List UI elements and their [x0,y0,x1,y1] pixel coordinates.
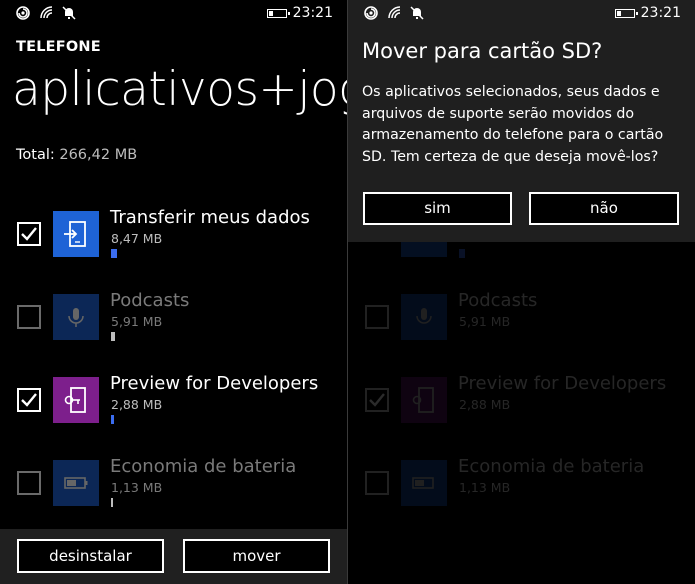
app-list-item[interactable]: Economia de bateria 1,13 MB [0,456,347,540]
yes-button[interactable]: sim [363,192,512,225]
app-list-screen: 23:21 TELEFONE aplicativos+jogos Total: … [0,0,347,584]
no-button[interactable]: não [529,192,679,225]
uninstall-button[interactable]: desinstalar [17,539,164,573]
app-bar: desinstalar mover [0,529,347,584]
dialog-message: Os aplicativos selecionados, seus dados … [362,84,664,165]
preview-developers-app-tile [53,377,99,423]
item-size: 1,13 MB [111,480,163,495]
move-dialog: 23:21 Mover para cartão SD? Os aplicativ… [348,0,695,242]
battery-icon [64,477,88,489]
quiet-hours-icon [62,6,76,20]
app-list-item[interactable]: Podcasts 5,91 MB [0,290,347,374]
item-size-bar [111,498,113,507]
app-list-item[interactable]: Preview for Developers 2,88 MB [0,373,347,457]
signal-icon [364,6,378,20]
checkmark-icon [21,227,37,241]
item-name: Transferir meus dados [110,207,310,228]
battery-status-icon [615,9,638,18]
item-checkbox[interactable] [17,305,41,329]
item-name: Economia de bateria [110,456,297,477]
page-title: aplicativos+jogos [12,62,347,117]
item-size: 5,91 MB [111,314,163,329]
item-size: 8,47 MB [111,231,163,246]
wifi-icon [40,6,53,19]
battery-saver-app-tile [53,460,99,506]
signal-icon [16,6,30,20]
microphone-icon [68,308,84,327]
phone-key-icon [64,387,86,413]
status-bar: 23:21 [348,0,695,26]
clock: 23:21 [640,5,681,21]
item-size-bar [111,332,115,341]
wifi-icon [388,6,401,19]
status-bar: 23:21 [0,0,347,26]
podcasts-app-tile [53,294,99,340]
battery-status-icon [267,9,290,18]
total-storage: Total: 266,42 MB [16,147,137,163]
move-button[interactable]: mover [183,539,330,573]
transfer-app-tile [53,211,99,257]
item-size-bar [111,415,114,424]
move-confirmation-screen: Podcasts 5,91 MB Preview for Developers … [348,0,695,584]
checkmark-icon [21,393,37,407]
item-size-bar [111,249,117,258]
quiet-hours-icon [410,6,424,20]
dialog-title: Mover para cartão SD? [362,39,603,63]
item-checkbox[interactable] [17,222,41,246]
item-checkbox[interactable] [17,471,41,495]
item-name: Preview for Developers [110,373,319,394]
transfer-icon [64,221,86,247]
total-value: 266,42 MB [59,147,138,163]
item-checkbox[interactable] [17,388,41,412]
item-size: 2,88 MB [111,397,163,412]
clock: 23:21 [292,5,333,21]
total-label: Total: [16,147,55,163]
item-name: Podcasts [110,290,190,311]
app-title: TELEFONE [16,39,101,55]
app-list-item[interactable]: Transferir meus dados 8,47 MB [0,207,347,291]
